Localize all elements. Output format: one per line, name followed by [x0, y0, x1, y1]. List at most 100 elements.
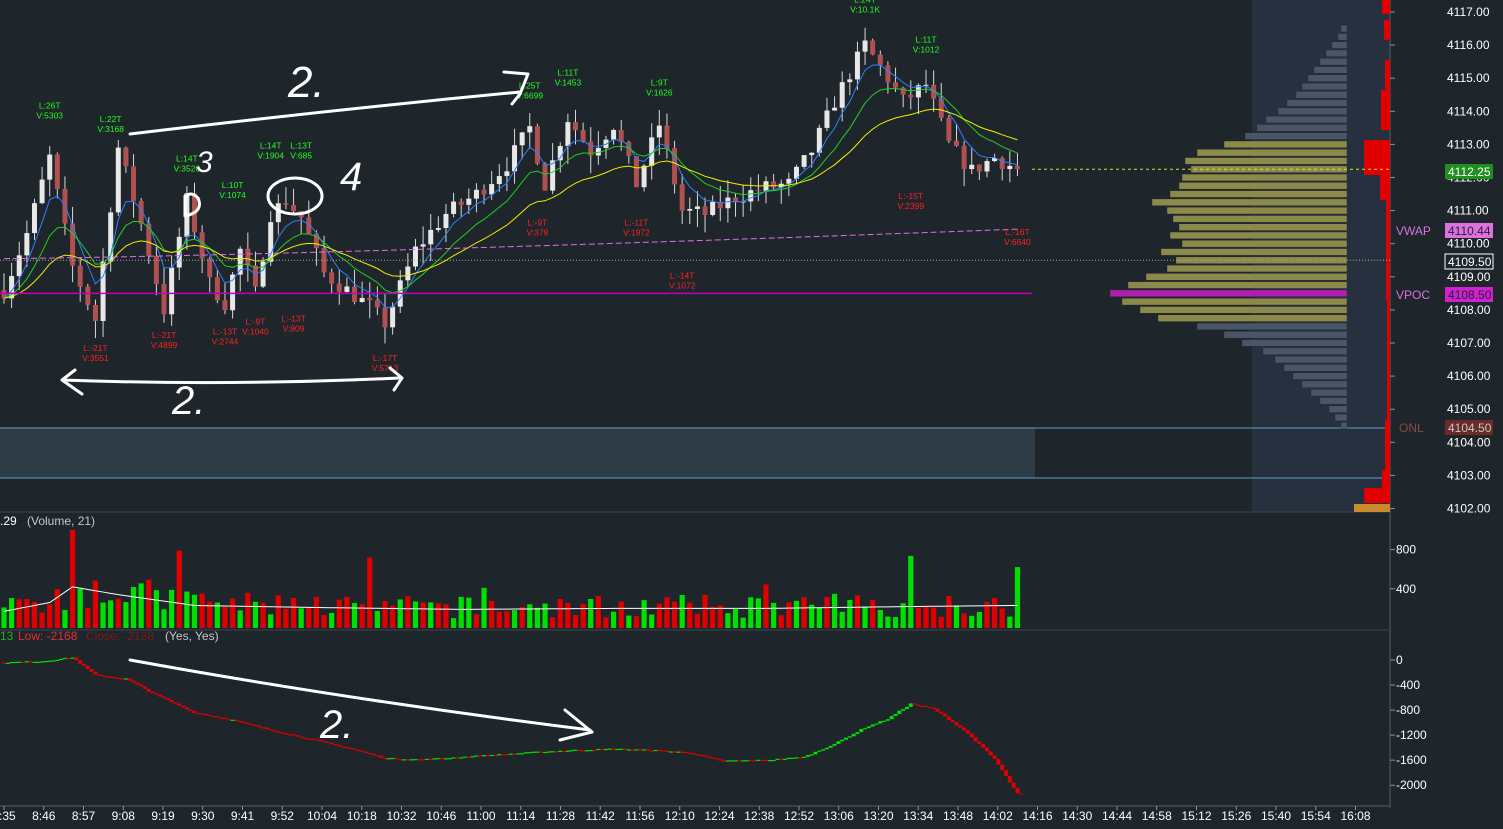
time-tick-label: 8:57: [72, 809, 96, 823]
volume-bar: [466, 597, 472, 628]
swing-label-volume: V:5303: [36, 111, 63, 121]
delta-bar: [611, 748, 616, 750]
delta-tick-label: 0: [1396, 653, 1403, 667]
price-tick-label: 4103.00: [1447, 468, 1491, 482]
delta-bar: [93, 671, 98, 675]
volume-bar: [656, 603, 662, 628]
delta-profile-bar: [1385, 60, 1390, 90]
delta-bar: [417, 759, 422, 761]
profile-bar: [1121, 298, 1348, 306]
volume-header-label: (Volume, 21): [27, 514, 95, 528]
swing-label-level: L:10T: [222, 180, 244, 190]
candle-body: [976, 164, 982, 172]
annotation-delta-arrow: [128, 658, 594, 742]
volume-bar: [946, 596, 952, 628]
delta-bar: [562, 750, 567, 752]
delta-bar: [398, 759, 403, 761]
delta-bar: [158, 694, 163, 697]
volume-bar: [222, 606, 228, 628]
swing-label-volume: V:685: [290, 150, 312, 160]
delta-bar: [501, 754, 506, 756]
delta-bar: [5, 662, 10, 665]
profile-bar: [1301, 380, 1348, 388]
volume-bar: [649, 614, 655, 628]
delta-bar: [824, 747, 829, 750]
delta-bar: [386, 758, 391, 760]
volume-bar: [839, 611, 845, 628]
chart-canvas[interactable]: L:26TV:5303 L:22TV:3168L:14TV:3520L:10TV:…: [0, 0, 1503, 824]
delta-bar: [863, 728, 868, 730]
candle-body: [473, 189, 479, 199]
delta-bar: [493, 754, 498, 757]
profile-bar: [1307, 74, 1348, 82]
delta-bar: [539, 751, 544, 753]
candle-body: [268, 222, 274, 262]
delta-bar: [912, 703, 917, 705]
volume-bar: [428, 602, 434, 628]
volume-bar: [603, 617, 609, 628]
delta-bar: [779, 758, 784, 760]
time-tick-label: 10:18: [347, 809, 377, 823]
candle-body: [123, 147, 129, 167]
profile-bar: [1292, 372, 1348, 380]
delta-bar: [984, 747, 989, 752]
time-tick-label: 13:34: [903, 809, 933, 823]
volume-bar: [298, 608, 304, 628]
delta-bar: [356, 749, 361, 751]
candle-body: [999, 157, 1005, 170]
delta-bar: [150, 691, 155, 694]
delta-bar: [108, 676, 113, 678]
delta-bar: [47, 660, 52, 662]
profile-bar: [1340, 24, 1348, 33]
candle-body: [443, 213, 449, 228]
delta-bar: [722, 760, 727, 762]
delta-bar: [314, 739, 319, 741]
candle-body: [938, 98, 944, 118]
candle-body: [451, 201, 457, 214]
delta-bar: [101, 675, 106, 677]
annotation-text-3: 3: [196, 146, 213, 179]
profile-bar: [1151, 198, 1348, 206]
time-tick-label: 12:38: [744, 809, 774, 823]
volume-bar: [420, 602, 426, 628]
delta-bar: [607, 748, 612, 750]
onl-value: 4104.50: [1448, 421, 1492, 435]
candle-body: [382, 307, 388, 328]
time-tick-label: 14:44: [1102, 809, 1132, 823]
delta-bar: [645, 749, 650, 751]
time-tick-label: 14:16: [1022, 809, 1052, 823]
delta-bar: [131, 680, 136, 683]
time-tick-label: 11:14: [506, 809, 535, 823]
candle-body: [809, 152, 815, 156]
delta-profile-bar: [1381, 90, 1390, 130]
delta-bar: [413, 759, 418, 761]
delta-header-low: Low: -2168: [18, 629, 78, 643]
candle-body: [504, 171, 510, 177]
delta-bar: [360, 750, 365, 752]
profile-bar: [1145, 273, 1348, 281]
delta-bar: [642, 749, 647, 751]
candle-body: [550, 160, 556, 191]
price-tick-label: 4109.00: [1447, 270, 1491, 284]
delta-bar: [828, 745, 833, 748]
volume-bar: [54, 589, 60, 628]
swing-label-level: L:-15T: [898, 191, 923, 201]
delta-bar: [89, 668, 94, 672]
delta-bar: [859, 729, 864, 733]
delta-bar: [878, 721, 883, 724]
volume-bar: [336, 599, 342, 628]
volume-bar: [435, 603, 441, 628]
delta-profile-bar: [1385, 420, 1390, 470]
delta-bar: [630, 749, 635, 751]
delta-bar: [844, 737, 849, 740]
delta-bar: [851, 733, 856, 737]
candle-body: [85, 286, 91, 305]
candle-body: [893, 82, 899, 88]
delta-bar: [584, 750, 589, 752]
delta-bar: [744, 760, 749, 762]
delta-bar: [97, 674, 102, 676]
delta-bar: [1015, 787, 1020, 794]
delta-bar: [855, 732, 860, 734]
delta-bar: [245, 722, 250, 724]
candle-body: [435, 227, 441, 230]
